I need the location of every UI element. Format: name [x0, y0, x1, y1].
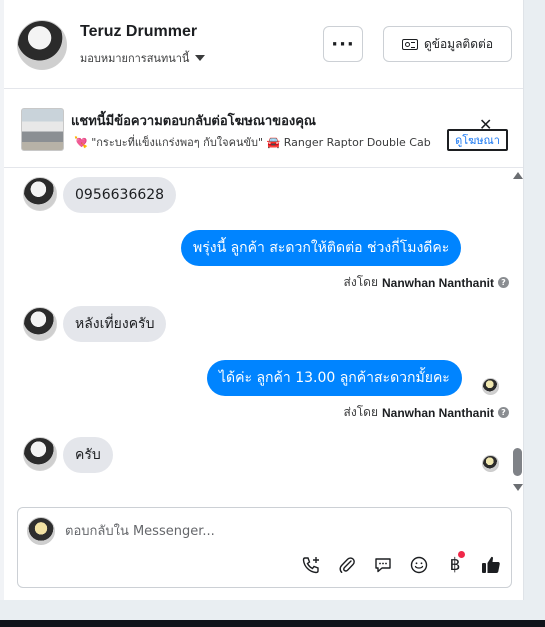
- contact-message-avatar: [23, 177, 57, 211]
- ad-reply-banner: แชทนี้มีข้อความตอบกลับต่อโฆษณาของคุณ 💘 "…: [4, 89, 523, 168]
- conversation-header: Teruz Drummer มอบหมายการสนทนานี้ ··· ดูข…: [4, 0, 523, 89]
- ad-banner-subtitle: 💘 "กระบะที่แข็งแกร่งพอๆ กับใจคนขับ" 🚘 Ra…: [74, 133, 446, 151]
- incoming-message-bubble: ครับ: [63, 437, 113, 473]
- sender-name: Nanwhan Nanthanit: [381, 275, 494, 290]
- sent-by-label: ส่งโดย: [343, 275, 378, 289]
- sent-by-label: ส่งโดย: [343, 405, 378, 419]
- saved-reply-icon[interactable]: [370, 552, 396, 578]
- contact-message-avatar: [23, 437, 57, 471]
- page-avatar: [27, 517, 55, 545]
- assign-conversation-dropdown[interactable]: มอบหมายการสนทนานี้: [80, 49, 206, 67]
- contact-avatar[interactable]: [17, 20, 67, 70]
- ad-name: Ranger Raptor Double Cab: [283, 136, 431, 149]
- incoming-message-bubble: 0956636628: [63, 177, 177, 213]
- message-composer: ฿: [17, 507, 512, 588]
- heart-icon: 💘: [74, 136, 88, 149]
- assign-label: มอบหมายการสนทนานี้: [80, 52, 190, 65]
- scroll-up-arrow-icon[interactable]: [513, 172, 523, 179]
- view-contact-info-button[interactable]: ดูข้อมูลติดต่อ: [383, 26, 512, 62]
- notification-dot: [458, 551, 465, 558]
- seen-avatar: [482, 455, 499, 472]
- seen-avatar: [482, 378, 499, 395]
- ad-banner-title: แชทนี้มีข้อความตอบกลับต่อโฆษณาของคุณ: [71, 114, 316, 129]
- message-list: 0956636628 พรุ่งนี้ ลูกค้า สะดวกให้ติดต่…: [4, 168, 523, 500]
- scrollbar-thumb[interactable]: [513, 448, 522, 476]
- caret-down-icon: [195, 55, 206, 61]
- sender-name: Nanwhan Nanthanit: [381, 405, 494, 420]
- composer-toolbar: ฿: [298, 551, 508, 578]
- sent-by-line: ส่งโดย Nanwhan Nanthanit ?: [344, 403, 509, 422]
- contact-message-avatar: [23, 307, 57, 341]
- ad-quote: "กระบะที่แข็งแกร่งพอๆ กับใจคนขับ": [91, 136, 264, 149]
- ad-thumbnail: [21, 108, 64, 151]
- contact-name[interactable]: Teruz Drummer: [80, 23, 197, 41]
- scroll-down-arrow-icon[interactable]: [513, 484, 523, 491]
- sent-by-line: ส่งโดย Nanwhan Nanthanit ?: [344, 273, 509, 292]
- contact-card-icon: [401, 38, 418, 50]
- reply-input[interactable]: [63, 519, 497, 543]
- message-scrollbar[interactable]: [512, 172, 523, 492]
- paperclip-icon[interactable]: [334, 552, 360, 578]
- taskbar-edge: [0, 620, 545, 627]
- phone-add-icon[interactable]: [298, 552, 324, 578]
- view-ad-link[interactable]: ดูโฆษณา: [447, 129, 508, 151]
- view-contact-info-label: ดูข้อมูลติดต่อ: [423, 36, 494, 51]
- emoji-icon[interactable]: [406, 552, 432, 578]
- more-options-button[interactable]: ···: [323, 26, 363, 62]
- thumbs-up-icon[interactable]: [478, 552, 504, 578]
- car-icon: 🚘: [266, 136, 281, 149]
- help-icon[interactable]: ?: [498, 407, 509, 418]
- outgoing-message-bubble: ได้ค่ะ ลูกค้า 13.00 ลูกค้าสะดวกมั้ยคะ: [207, 360, 462, 396]
- help-icon[interactable]: ?: [498, 277, 509, 288]
- outgoing-message-bubble: พรุ่งนี้ ลูกค้า สะดวกให้ติดต่อ ช่วงกี่โม…: [181, 230, 462, 266]
- conversation-panel: Teruz Drummer มอบหมายการสนทนานี้ ··· ดูข…: [4, 0, 524, 600]
- incoming-message-bubble: หลังเที่ยงครับ: [63, 306, 167, 342]
